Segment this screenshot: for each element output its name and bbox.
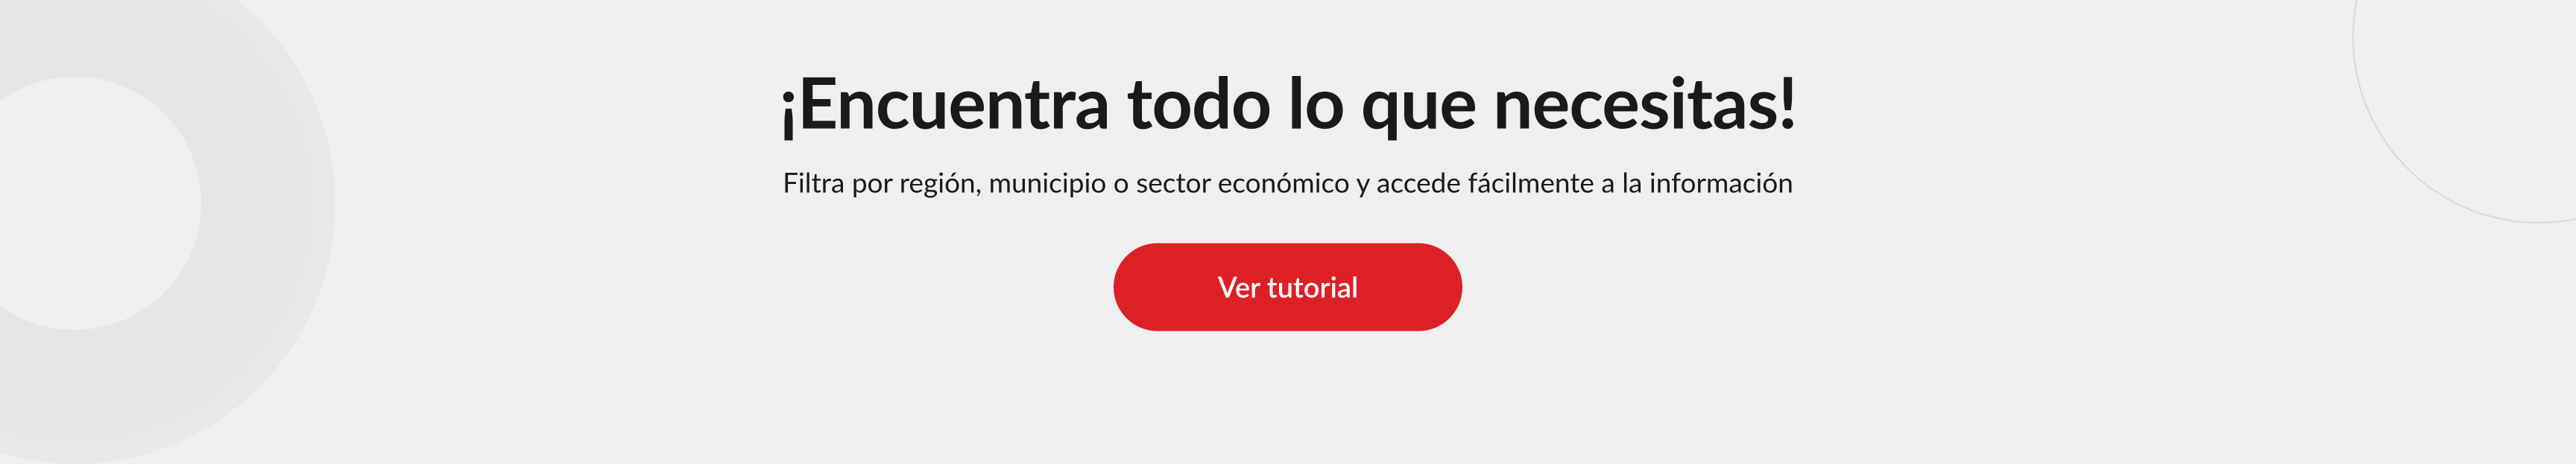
tutorial-button[interactable]: Ver tutorial [1114, 244, 1462, 331]
hero-heading: ¡Encuentra todo lo que necesitas! [0, 60, 2576, 144]
hero-subtitle: Filtra por región, municipio o sector ec… [0, 165, 2576, 199]
hero-section: ¡Encuentra todo lo que necesitas! Filtra… [0, 60, 2576, 331]
